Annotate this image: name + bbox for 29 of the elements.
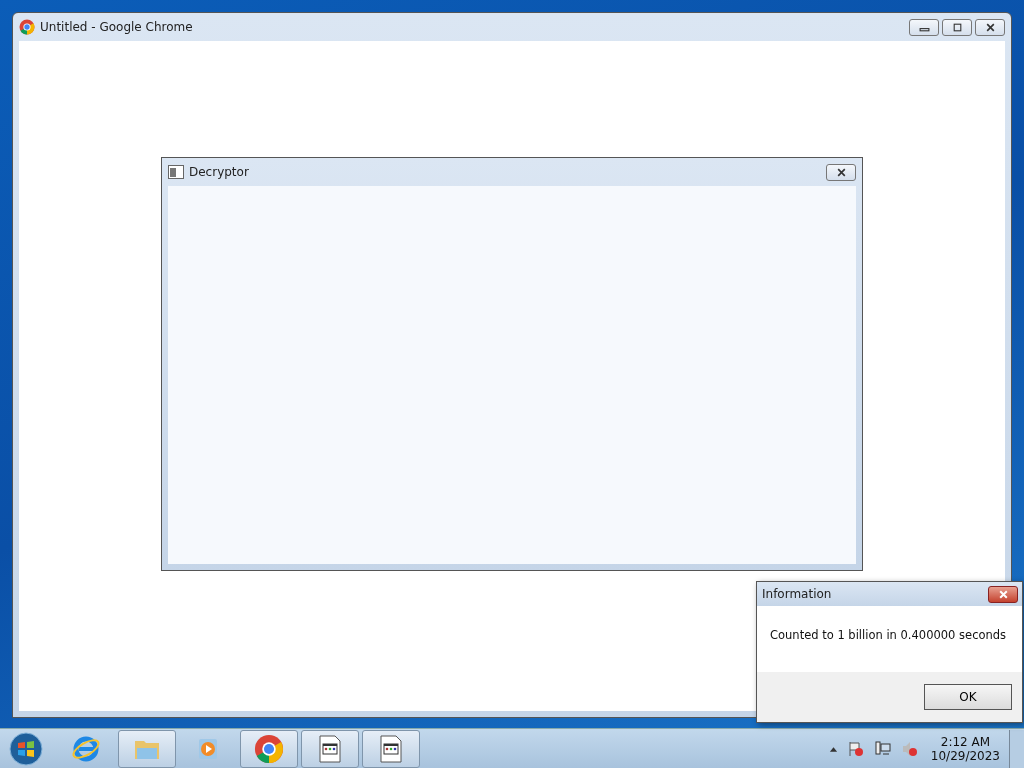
chrome-icon (254, 733, 284, 764)
ok-button[interactable]: OK (924, 684, 1012, 710)
flag-error-icon[interactable] (846, 739, 865, 758)
close-button[interactable] (826, 163, 856, 181)
clock[interactable]: 2:12 AM 10/29/2023 (924, 734, 1006, 763)
show-desktop-button[interactable] (1009, 729, 1024, 768)
network-icon[interactable] (873, 739, 892, 758)
chrome-icon (19, 19, 35, 35)
window-title: Untitled - Google Chrome (40, 20, 193, 34)
show-hidden-icons-icon[interactable] (828, 745, 838, 752)
taskbar-button[interactable] (118, 729, 176, 768)
clock-date: 10/29/2023 (930, 748, 1000, 763)
clock-time: 2:12 AM (940, 734, 991, 749)
close-icon (997, 589, 1009, 599)
taskbar-button[interactable] (301, 729, 359, 768)
taskbar-button[interactable] (362, 729, 420, 768)
dialog-title: Information (762, 587, 832, 601)
window-icon (168, 164, 184, 180)
taskbar-button[interactable] (240, 729, 298, 768)
close-button[interactable] (975, 18, 1005, 36)
start-button[interactable] (8, 730, 44, 767)
dialog-message: Counted to 1 billion in 0.400000 seconds (770, 628, 1007, 642)
close-icon (984, 22, 996, 32)
maximize-button[interactable] (942, 18, 972, 36)
window-title: Decryptor (189, 165, 249, 179)
minimize-button[interactable] (909, 18, 939, 36)
close-icon (835, 167, 847, 177)
maximize-icon (951, 22, 963, 32)
close-button[interactable] (988, 585, 1018, 603)
